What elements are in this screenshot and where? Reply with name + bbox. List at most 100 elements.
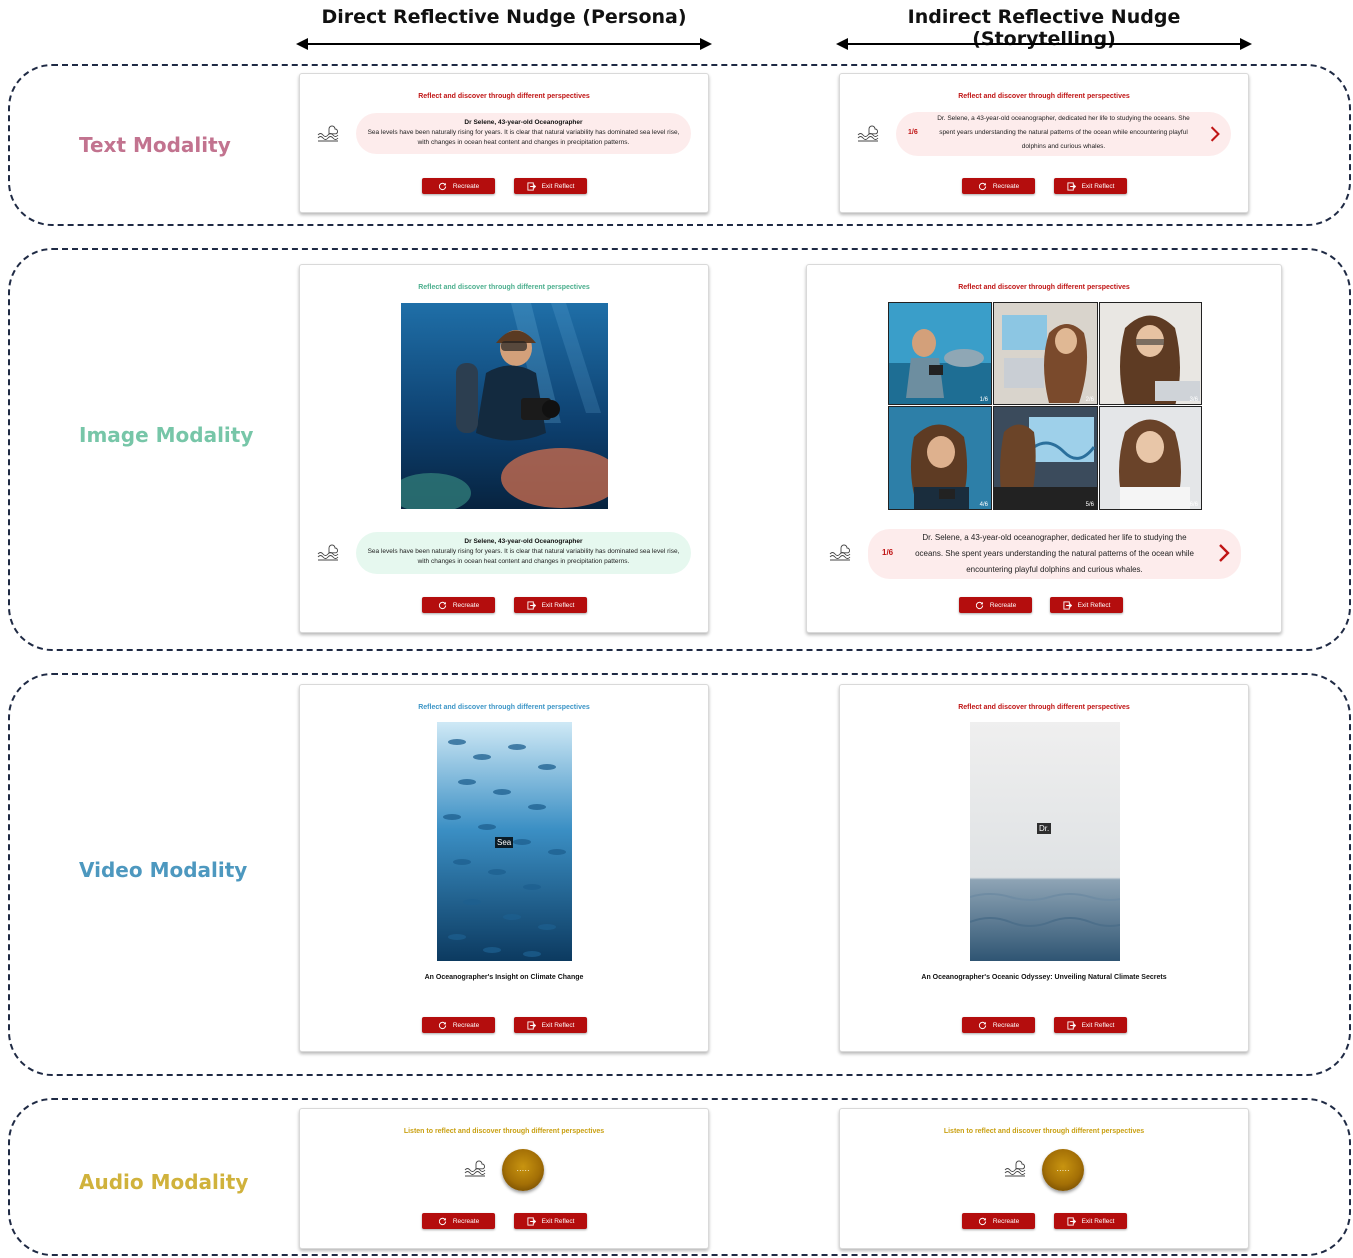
- exit-reflect-label: Exit Reflect: [1081, 182, 1115, 190]
- recreate-label: Recreate: [992, 1217, 1020, 1225]
- chevron-right-icon[interactable]: [1209, 124, 1221, 144]
- diver-persona-image: [401, 303, 608, 509]
- image-direct-card: Reflect and discover through different p…: [299, 264, 709, 633]
- card-title: Reflect and discover through different p…: [958, 93, 1130, 100]
- image-modality-label: Image Modality: [79, 423, 254, 447]
- persona-name: Dr Selene, 43-year-old Oceanographer: [464, 538, 583, 545]
- recreate-button[interactable]: Recreate: [962, 178, 1035, 194]
- audio-indirect-card: Listen to reflect and discover through d…: [839, 1108, 1249, 1249]
- card-title: Reflect and discover through different p…: [418, 93, 590, 100]
- exit-reflect-button[interactable]: Exit Reflect: [1054, 178, 1127, 194]
- persona-message-bubble: Dr Selene, 43-year-old Oceanographer Sea…: [356, 532, 691, 574]
- video-modality-label: Video Modality: [79, 858, 248, 882]
- card-title: Reflect and discover through different p…: [958, 704, 1130, 711]
- ocean-waves-icon: [464, 1160, 486, 1178]
- refresh-icon: [438, 1217, 446, 1225]
- recreate-button[interactable]: Recreate: [422, 597, 495, 613]
- story-panel-number: 4/6: [979, 502, 988, 508]
- exit-reflect-button[interactable]: Exit Reflect: [1050, 597, 1123, 613]
- refresh-icon: [438, 601, 446, 609]
- text-direct-card: Reflect and discover through different p…: [299, 73, 709, 213]
- recreate-button[interactable]: Recreate: [962, 1213, 1035, 1229]
- recreate-button[interactable]: Recreate: [422, 178, 495, 194]
- audio-card-title: Listen to reflect and discover through d…: [403, 1128, 605, 1135]
- recreate-button[interactable]: Recreate: [959, 597, 1032, 613]
- persona-message-bubble: Dr Selene, 43-year-old Oceanographer Sea…: [356, 113, 691, 154]
- story-panel: 2/6: [993, 302, 1098, 405]
- refresh-icon: [978, 1021, 986, 1029]
- story-panel: 6/6: [1099, 406, 1202, 510]
- audio-direct-card: Listen to reflect and discover through d…: [299, 1108, 709, 1249]
- story-bubble: 1/6 Dr. Selene, a 43-year-old oceanograp…: [868, 529, 1241, 579]
- story-text: Dr. Selene, a 43-year-old oceanographer,…: [915, 533, 1194, 574]
- exit-reflect-label: Exit Reflect: [541, 1021, 575, 1029]
- recreate-button[interactable]: Recreate: [422, 1017, 495, 1033]
- video-player[interactable]: Dr.: [970, 722, 1120, 961]
- audio-card-title: Listen to reflect and discover through d…: [943, 1128, 1145, 1135]
- video-subtitle: Dr.: [1037, 823, 1052, 834]
- recreate-label: Recreate: [989, 601, 1017, 609]
- audio-play-orb[interactable]: ·····: [1042, 1149, 1084, 1191]
- persona-message: Sea levels have been naturally rising fo…: [367, 129, 680, 146]
- story-panel: 5/6: [993, 406, 1098, 510]
- story-panel-number: 3/6: [1189, 397, 1198, 403]
- recreate-button[interactable]: Recreate: [422, 1213, 495, 1229]
- chevron-right-icon[interactable]: [1217, 542, 1231, 564]
- exit-reflect-button[interactable]: Exit Reflect: [514, 1017, 587, 1033]
- exit-icon: [1063, 600, 1072, 610]
- direct-column-header: Direct Reflective Nudge (Persona): [321, 6, 687, 28]
- refresh-icon: [975, 601, 983, 609]
- exit-reflect-button[interactable]: Exit Reflect: [514, 597, 587, 613]
- audio-modality-label: Audio Modality: [79, 1170, 249, 1194]
- story-counter: 1/6: [882, 548, 894, 557]
- ocean-waves-icon: [1004, 1160, 1026, 1178]
- story-panel: 4/6: [888, 406, 992, 510]
- exit-reflect-button[interactable]: Exit Reflect: [1054, 1213, 1127, 1229]
- text-modality-label: Text Modality: [79, 133, 231, 157]
- exit-reflect-label: Exit Reflect: [1077, 601, 1111, 609]
- ocean-waves-icon: [317, 125, 339, 143]
- story-text: Dr. Selene, a 43-year-old oceanographer,…: [937, 115, 1190, 150]
- recreate-label: Recreate: [452, 182, 480, 190]
- ocean-waves-icon: [857, 125, 879, 143]
- exit-reflect-label: Exit Reflect: [1081, 1217, 1115, 1225]
- refresh-icon: [978, 182, 986, 190]
- exit-icon: [1067, 181, 1076, 191]
- recreate-label: Recreate: [452, 1021, 480, 1029]
- exit-reflect-label: Exit Reflect: [541, 1217, 575, 1225]
- recreate-button[interactable]: Recreate: [962, 1017, 1035, 1033]
- exit-icon: [527, 600, 536, 610]
- recreate-label: Recreate: [992, 1021, 1020, 1029]
- exit-reflect-button[interactable]: Exit Reflect: [1054, 1017, 1127, 1033]
- video-caption: An Oceanographer's Insight on Climate Ch…: [424, 974, 584, 981]
- refresh-icon: [438, 182, 446, 190]
- card-title: Reflect and discover through different p…: [958, 284, 1130, 291]
- card-title: Reflect and discover through different p…: [418, 284, 590, 291]
- text-indirect-card: Reflect and discover through different p…: [839, 73, 1249, 213]
- video-subtitle: Sea: [495, 837, 514, 848]
- video-indirect-card: Reflect and discover through different p…: [839, 684, 1249, 1052]
- exit-reflect-label: Exit Reflect: [541, 601, 575, 609]
- video-direct-card: Reflect and discover through different p…: [299, 684, 709, 1052]
- recreate-label: Recreate: [992, 182, 1020, 190]
- exit-reflect-label: Exit Reflect: [541, 182, 575, 190]
- exit-icon: [527, 1216, 536, 1226]
- image-indirect-card: Reflect and discover through different p…: [806, 264, 1282, 633]
- direct-column-arrow: [296, 37, 712, 51]
- story-panel-number: 6/6: [1189, 502, 1198, 508]
- exit-icon: [1067, 1216, 1076, 1226]
- video-player[interactable]: Sea: [437, 722, 572, 961]
- story-bubble: 1/6 Dr. Selene, a 43-year-old oceanograp…: [896, 112, 1231, 156]
- exit-reflect-button[interactable]: Exit Reflect: [514, 178, 587, 194]
- exit-icon: [527, 181, 536, 191]
- audio-play-orb[interactable]: ·····: [502, 1149, 544, 1191]
- card-title: Reflect and discover through different p…: [418, 704, 590, 711]
- recreate-label: Recreate: [452, 1217, 480, 1225]
- story-panel: 1/6: [888, 302, 992, 405]
- exit-icon: [527, 1020, 536, 1030]
- story-panel: 3/6: [1099, 302, 1202, 405]
- story-panel-number: 5/6: [1085, 502, 1094, 508]
- refresh-icon: [978, 1217, 986, 1225]
- exit-reflect-button[interactable]: Exit Reflect: [514, 1213, 587, 1229]
- ocean-waves-icon: [317, 544, 339, 562]
